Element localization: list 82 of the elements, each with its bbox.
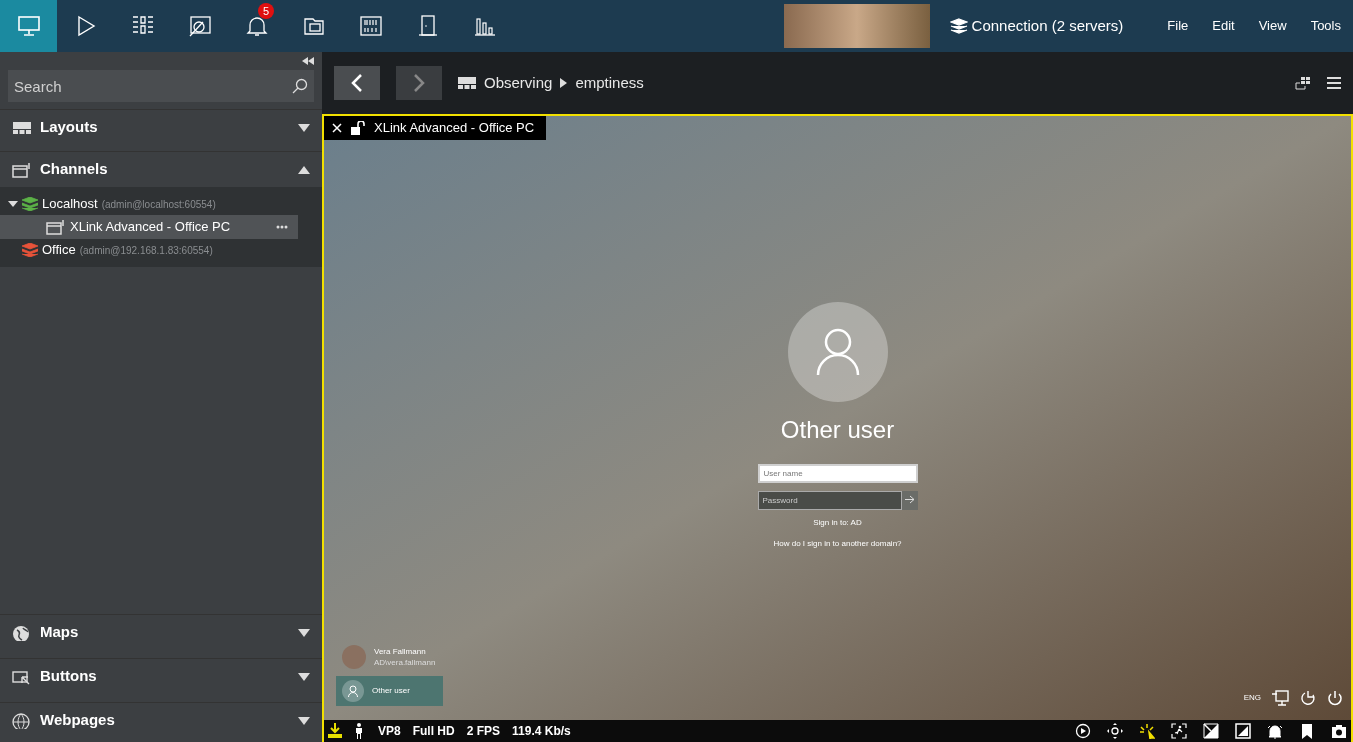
download-icon[interactable] — [328, 723, 342, 739]
menu-item[interactable]: Tools — [1298, 16, 1353, 36]
camera-search-icon — [187, 14, 212, 38]
layout-grid-icon[interactable] — [1295, 76, 1311, 90]
breadcrumb-item[interactable]: Observing — [484, 71, 553, 95]
unlocked-padlock-icon[interactable] — [350, 121, 366, 135]
split-square-icon[interactable] — [1235, 723, 1251, 739]
window-icon — [46, 219, 66, 235]
pan-arrows-icon[interactable] — [1107, 723, 1123, 739]
monitor-icon — [16, 14, 41, 38]
channel-item[interactable]: XLink Advanced - Office PC — [0, 215, 298, 239]
window-icon — [12, 161, 32, 178]
breadcrumb-item[interactable]: emptiness — [575, 71, 644, 95]
collapse-caret-icon[interactable] — [298, 165, 310, 174]
sign-in-domain-text: Sign in to: AD — [813, 517, 862, 529]
close-icon[interactable] — [332, 123, 342, 133]
bookmark-icon[interactable] — [1299, 723, 1315, 739]
chevron-left-icon — [351, 74, 363, 92]
avatar-placeholder — [342, 645, 366, 669]
section-title: Layouts — [40, 117, 99, 138]
menu-item[interactable]: Edit — [1200, 16, 1247, 36]
menu-icon[interactable] — [1327, 76, 1341, 90]
viewer-title: XLink Advanced - Office PC — [374, 119, 535, 138]
expand-caret-icon[interactable] — [298, 672, 310, 681]
cursor-click-icon — [12, 668, 32, 685]
network-icon[interactable] — [1271, 690, 1289, 706]
collapse-icon[interactable] — [302, 57, 314, 65]
alarm-bell-icon[interactable] — [1267, 723, 1283, 739]
chevron-right-icon — [413, 74, 425, 92]
section-title: Buttons — [40, 666, 98, 687]
stream-info-text: 2 FPS — [466, 723, 501, 740]
back-button[interactable] — [334, 66, 380, 100]
toolbar-tab[interactable] — [0, 0, 57, 52]
expand-caret-icon[interactable] — [298, 628, 310, 637]
stream-info-text: VP8 — [378, 723, 401, 740]
username-field[interactable]: User name — [757, 464, 918, 483]
layers-icon — [949, 18, 968, 34]
person-icon — [815, 327, 860, 377]
user-tile[interactable]: Other user — [336, 676, 443, 706]
user-name: Vera Fallmann — [374, 646, 427, 657]
person-icon — [348, 685, 358, 697]
toolbar-tab[interactable]: 5 — [228, 0, 285, 52]
notification-badge: 5 — [258, 3, 274, 19]
another-domain-link[interactable]: How do I sign in to another domain? — [773, 538, 902, 550]
forward-button[interactable] — [396, 66, 442, 100]
person-icon[interactable] — [354, 723, 364, 739]
stream-info-text: 119.4 Kb/s — [512, 723, 571, 740]
menu-item[interactable]: View — [1246, 16, 1299, 36]
language-indicator[interactable]: ENG — [1243, 692, 1261, 704]
sparkle-cursor-icon[interactable] — [1139, 723, 1155, 739]
breadcrumb-separator-icon — [560, 78, 568, 88]
diagonal-square-icon[interactable] — [1203, 723, 1219, 739]
expand-caret-icon[interactable] — [298, 716, 310, 725]
more-icon[interactable] — [276, 225, 288, 229]
expand-caret-icon[interactable] — [298, 123, 310, 132]
section-title: Channels — [40, 159, 109, 180]
camera-icon[interactable] — [1331, 723, 1347, 739]
running-person-frame-icon[interactable] — [1171, 723, 1187, 739]
barcode-icon — [358, 14, 383, 38]
globe-icon — [12, 624, 32, 641]
user-name: Other user — [372, 685, 410, 697]
section-title: Webpages — [40, 710, 116, 731]
layout-icon — [12, 119, 32, 136]
bell-icon — [244, 14, 269, 38]
server-address: (admin@192.168.1.83:60554) — [79, 243, 213, 258]
password-field[interactable]: Password — [757, 491, 902, 510]
stream-info-text: Full HD — [412, 723, 455, 740]
user-account: AD\vera.fallmann — [374, 657, 436, 668]
connection-menu[interactable]: Connection (2 servers) — [949, 14, 1124, 38]
layout-icon — [458, 77, 476, 89]
expand-caret-icon[interactable] — [8, 200, 18, 208]
power-icon[interactable] — [1327, 690, 1343, 706]
search-icon — [292, 78, 308, 94]
menu-item[interactable]: File — [1155, 16, 1201, 36]
server-address: (admin@localhost:60554) — [101, 197, 216, 212]
server-name[interactable]: Office — [42, 240, 76, 260]
section-title: Maps — [40, 622, 80, 643]
search-field[interactable]: Search — [8, 70, 314, 102]
login-heading: Other user — [780, 415, 895, 445]
server-name[interactable]: Localhost — [42, 194, 98, 214]
globe-icon — [12, 712, 32, 729]
channel-name: XLink Advanced - Office PC — [70, 218, 232, 237]
